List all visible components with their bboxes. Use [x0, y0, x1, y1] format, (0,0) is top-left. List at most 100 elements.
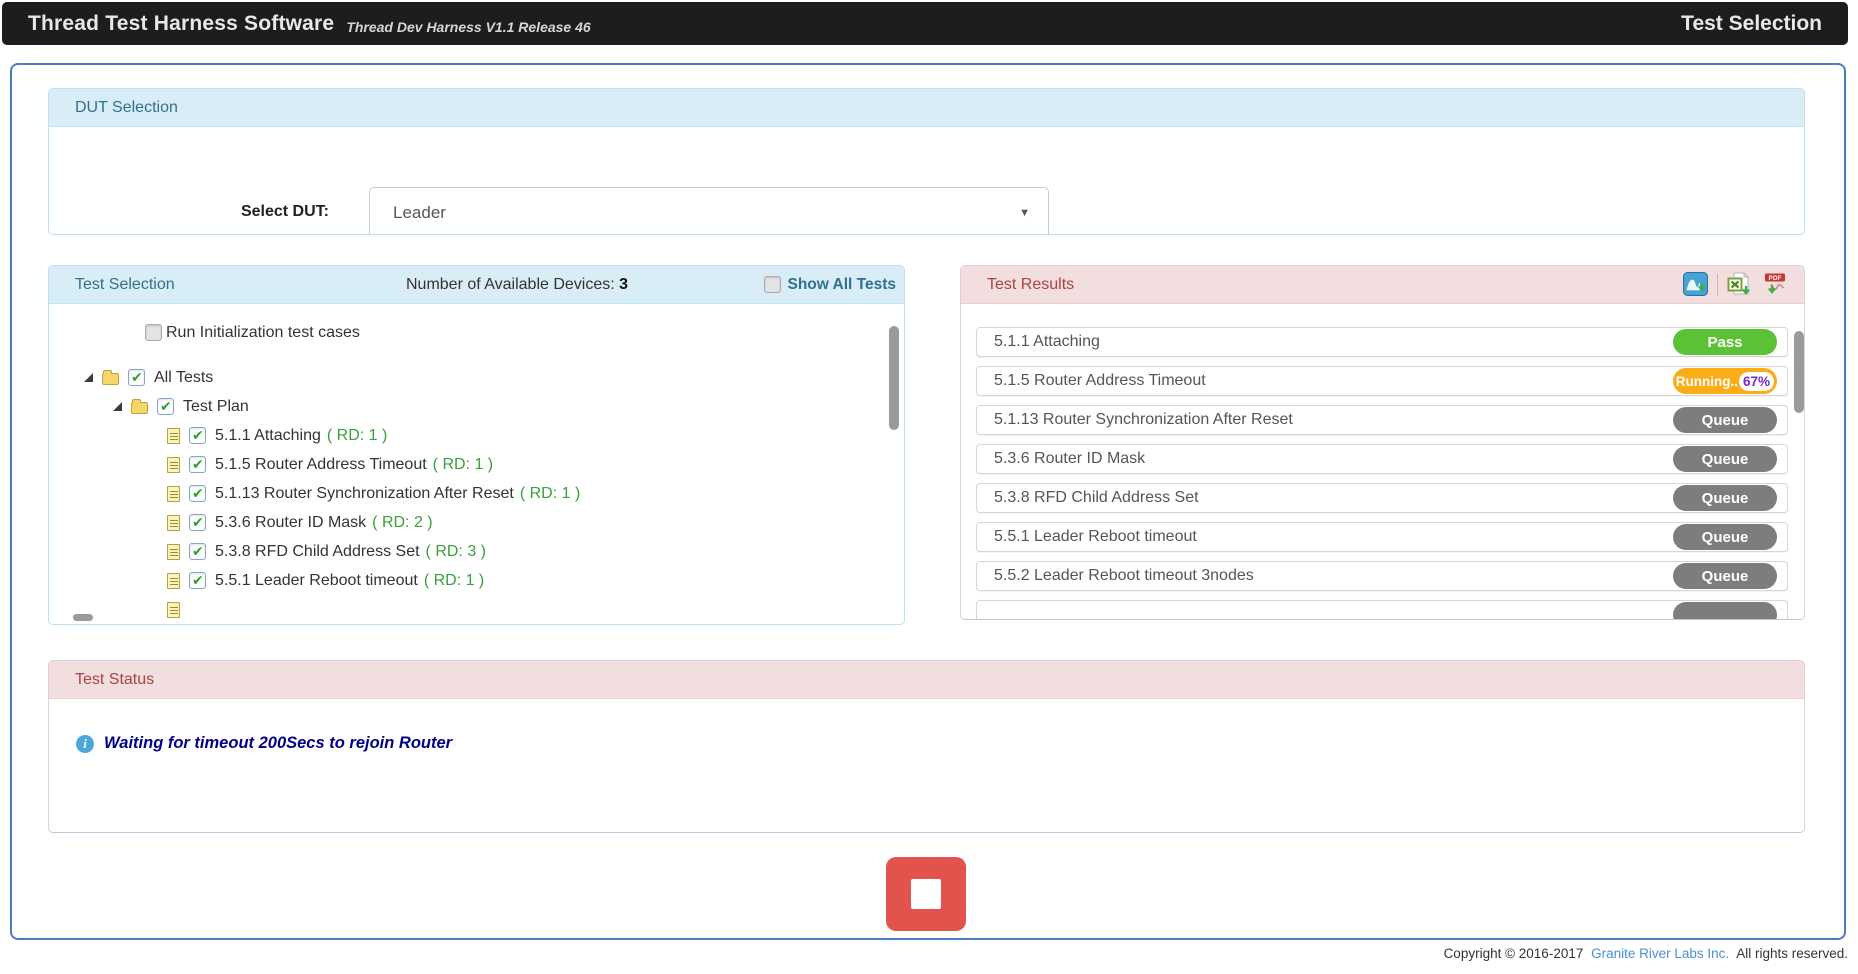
status-badge: Queue: [1673, 524, 1777, 550]
dut-select[interactable]: Leader ▼: [369, 187, 1049, 235]
tree-item-label[interactable]: 5.5.1 Leader Reboot timeout: [215, 572, 418, 590]
dut-selection-panel: DUT Selection Select DUT: Leader ▼: [48, 88, 1805, 235]
devices-count-value: 3: [619, 276, 628, 293]
dut-panel-title: DUT Selection: [75, 99, 178, 117]
tree-item-rd-count: ( RD: 2 ): [372, 514, 432, 532]
tree-item-rd-count: ( RD: 3 ): [426, 543, 486, 561]
copyright-prefix: Copyright © 2016-2017: [1444, 946, 1584, 961]
dut-select-value: Leader: [393, 203, 446, 223]
app-header: Thread Test Harness Software Thread Dev …: [2, 2, 1848, 45]
status-text: Running..: [1676, 374, 1738, 389]
tree-item-checkbox[interactable]: [189, 543, 206, 560]
tree-expand-icon[interactable]: [113, 402, 122, 411]
pdf-export-icon[interactable]: PDF: [1760, 272, 1788, 298]
tree-label-all-tests[interactable]: All Tests: [154, 369, 213, 387]
status-badge: Queue: [1673, 446, 1777, 472]
tree-item: 5.1.5 Router Address Timeout ( RD: 1 ): [49, 450, 904, 479]
dut-select-label: Select DUT:: [209, 203, 329, 221]
wireshark-capture-download-icon[interactable]: [1682, 272, 1710, 298]
tree-item-checkbox[interactable]: [189, 572, 206, 589]
app-subtitle: Thread Dev Harness V1.1 Release 46: [346, 19, 590, 35]
tree-item-checkbox[interactable]: [189, 456, 206, 473]
table-row[interactable]: 5.1.13 Router Synchronization After Rese…: [976, 405, 1788, 435]
excel-export-icon[interactable]: [1725, 272, 1753, 298]
footer-copyright: Copyright © 2016-2017 Granite River Labs…: [1444, 946, 1848, 961]
page-title: Test Selection: [1681, 12, 1822, 36]
tree-expand-icon[interactable]: [84, 373, 93, 382]
tree-item-rd-count: ( RD: 1 ): [520, 485, 580, 503]
tree-checkbox-all-tests[interactable]: [128, 369, 145, 386]
vertical-scrollbar-thumb[interactable]: [889, 326, 899, 430]
table-row-partial: [976, 600, 1788, 620]
tree-item-label[interactable]: 5.1.1 Attaching: [215, 427, 321, 445]
test-status-title: Test Status: [75, 671, 154, 689]
test-selection-title: Test Selection: [75, 276, 175, 294]
status-badge: Queue: [1673, 485, 1777, 511]
status-text: Queue: [1702, 568, 1749, 585]
tree-item: 5.5.1 Leader Reboot timeout ( RD: 1 ): [49, 566, 904, 595]
status-badge: Running.. 67%: [1673, 368, 1777, 394]
document-icon: [167, 486, 180, 502]
result-test-name: 5.1.13 Router Synchronization After Rese…: [994, 411, 1673, 429]
tree-item: 5.3.6 Router ID Mask ( RD: 2 ): [49, 508, 904, 537]
run-initialization-checkbox[interactable]: [145, 324, 162, 341]
result-test-name: 5.5.1 Leader Reboot timeout: [994, 528, 1673, 546]
tree-item-label[interactable]: 5.3.6 Router ID Mask: [215, 514, 366, 532]
tree-item-checkbox[interactable]: [189, 485, 206, 502]
document-icon: [167, 602, 180, 618]
vertical-scrollbar-thumb[interactable]: [1794, 331, 1804, 413]
table-row[interactable]: 5.3.6 Router ID Mask Queue: [976, 444, 1788, 474]
tree-item-label[interactable]: 5.1.5 Router Address Timeout: [215, 456, 427, 474]
copyright-suffix: All rights reserved.: [1736, 946, 1848, 961]
tree-item-rd-count: ( RD: 1 ): [327, 427, 387, 445]
test-tree-body: Run Initialization test cases All Tests: [49, 304, 904, 624]
document-icon: [167, 428, 180, 444]
result-row-list: 5.1.1 Attaching Pass 5.1.5 Router Addres…: [976, 327, 1788, 620]
folder-icon: [102, 373, 119, 385]
status-text: Queue: [1702, 451, 1749, 468]
table-row[interactable]: 5.3.8 RFD Child Address Set Queue: [976, 483, 1788, 513]
tree-node-test-plan: Test Plan: [49, 392, 904, 421]
tree-item-label[interactable]: 5.1.13 Router Synchronization After Rese…: [215, 485, 514, 503]
devices-count-line: Number of Available Devices: 3: [406, 276, 628, 294]
test-status-panel: Test Status i Waiting for timeout 200Sec…: [48, 660, 1805, 833]
horizontal-scrollbar-thumb[interactable]: [73, 614, 93, 621]
tree-item-checkbox[interactable]: [189, 427, 206, 444]
result-test-name: 5.5.2 Leader Reboot timeout 3nodes: [994, 567, 1673, 585]
svg-text:PDF: PDF: [1768, 275, 1781, 282]
granite-river-labs-link[interactable]: Granite River Labs Inc.: [1591, 946, 1729, 961]
test-status-heading: Test Status: [49, 661, 1804, 699]
test-results-heading: Test Results: [961, 266, 1804, 304]
show-all-tests-checkbox[interactable]: [764, 276, 781, 293]
status-badge: Queue: [1673, 563, 1777, 589]
devices-count-label: Number of Available Devices:: [406, 276, 615, 293]
table-row[interactable]: 5.1.1 Attaching Pass: [976, 327, 1788, 357]
result-test-name: 5.1.5 Router Address Timeout: [994, 372, 1673, 390]
tree-item: 5.1.13 Router Synchronization After Rese…: [49, 479, 904, 508]
dut-panel-body: Select DUT: Leader ▼: [49, 127, 1804, 235]
document-icon: [167, 544, 180, 560]
result-test-name: 5.3.6 Router ID Mask: [994, 450, 1673, 468]
chevron-down-icon: ▼: [1019, 207, 1030, 219]
tree-item-label[interactable]: 5.3.8 RFD Child Address Set: [215, 543, 420, 561]
result-test-name: 5.3.8 RFD Child Address Set: [994, 489, 1673, 507]
table-row[interactable]: 5.5.1 Leader Reboot timeout Queue: [976, 522, 1788, 552]
tree-item-rd-count: ( RD: 1 ): [424, 572, 484, 590]
tree-checkbox-test-plan[interactable]: [157, 398, 174, 415]
show-all-tests-control: Show All Tests: [764, 276, 896, 294]
tree-item-checkbox[interactable]: [189, 514, 206, 531]
folder-icon: [131, 402, 148, 414]
document-icon: [167, 573, 180, 589]
tree-label-test-plan[interactable]: Test Plan: [183, 398, 249, 416]
status-badge: Pass: [1673, 329, 1777, 355]
table-row[interactable]: 5.5.2 Leader Reboot timeout 3nodes Queue: [976, 561, 1788, 591]
document-icon: [167, 515, 180, 531]
page: Thread Test Harness Software Thread Dev …: [0, 0, 1858, 974]
test-results-panel: Test Results: [960, 265, 1805, 620]
test-selection-heading: Test Selection Number of Available Devic…: [49, 266, 904, 304]
tree-item: 5.1.1 Attaching ( RD: 1 ): [49, 421, 904, 450]
status-text: Pass: [1707, 334, 1742, 351]
table-row[interactable]: 5.1.5 Router Address Timeout Running.. 6…: [976, 366, 1788, 396]
stop-button[interactable]: [886, 857, 966, 931]
status-message: Waiting for timeout 200Secs to rejoin Ro…: [104, 734, 452, 753]
